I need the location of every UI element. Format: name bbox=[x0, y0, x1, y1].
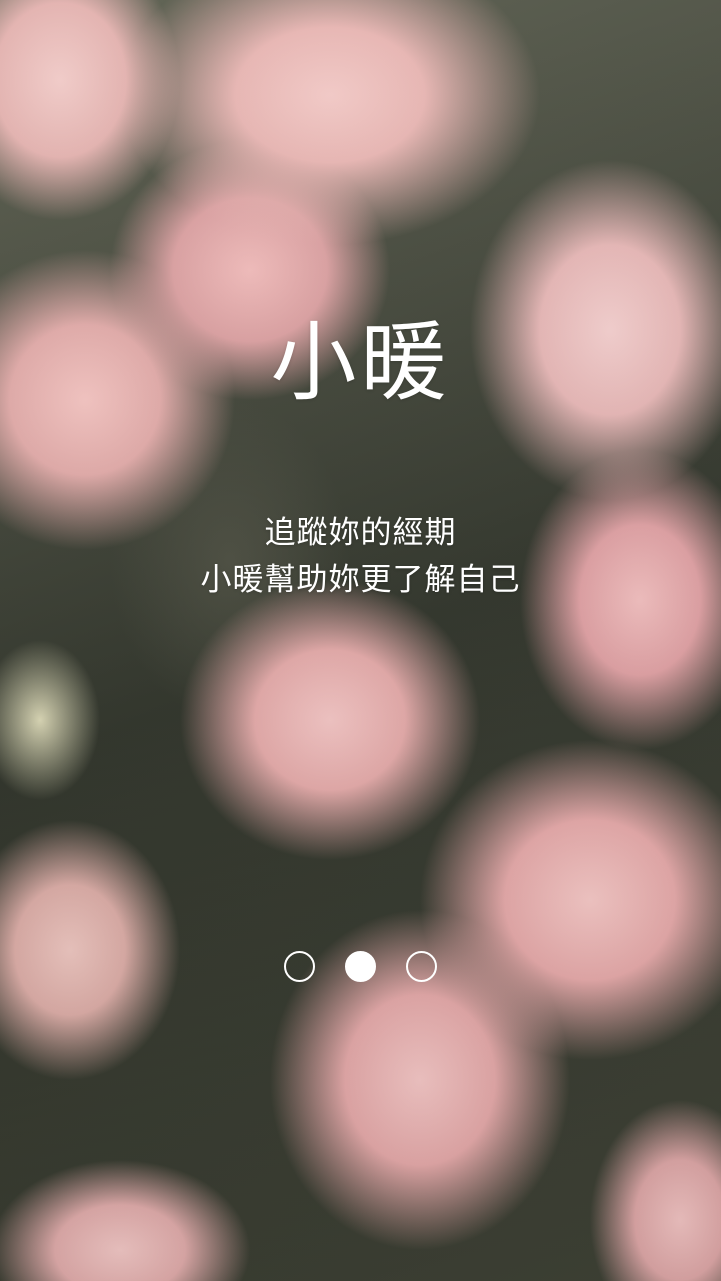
page-dot-1[interactable] bbox=[284, 951, 315, 982]
tagline: 追蹤妳的經期 小暖幫助妳更了解自己 bbox=[0, 510, 721, 604]
onboarding-screen: 小暖 追蹤妳的經期 小暖幫助妳更了解自己 bbox=[0, 0, 721, 1281]
tagline-line-1: 追蹤妳的經期 bbox=[264, 515, 457, 551]
background-rose-photo bbox=[0, 0, 721, 1281]
page-dot-3[interactable] bbox=[406, 951, 437, 982]
app-title: 小暖 bbox=[270, 313, 451, 413]
page-indicator bbox=[0, 951, 721, 982]
tagline-line-2: 小暖幫助妳更了解自己 bbox=[200, 562, 521, 598]
page-dot-2-active[interactable] bbox=[345, 951, 376, 982]
